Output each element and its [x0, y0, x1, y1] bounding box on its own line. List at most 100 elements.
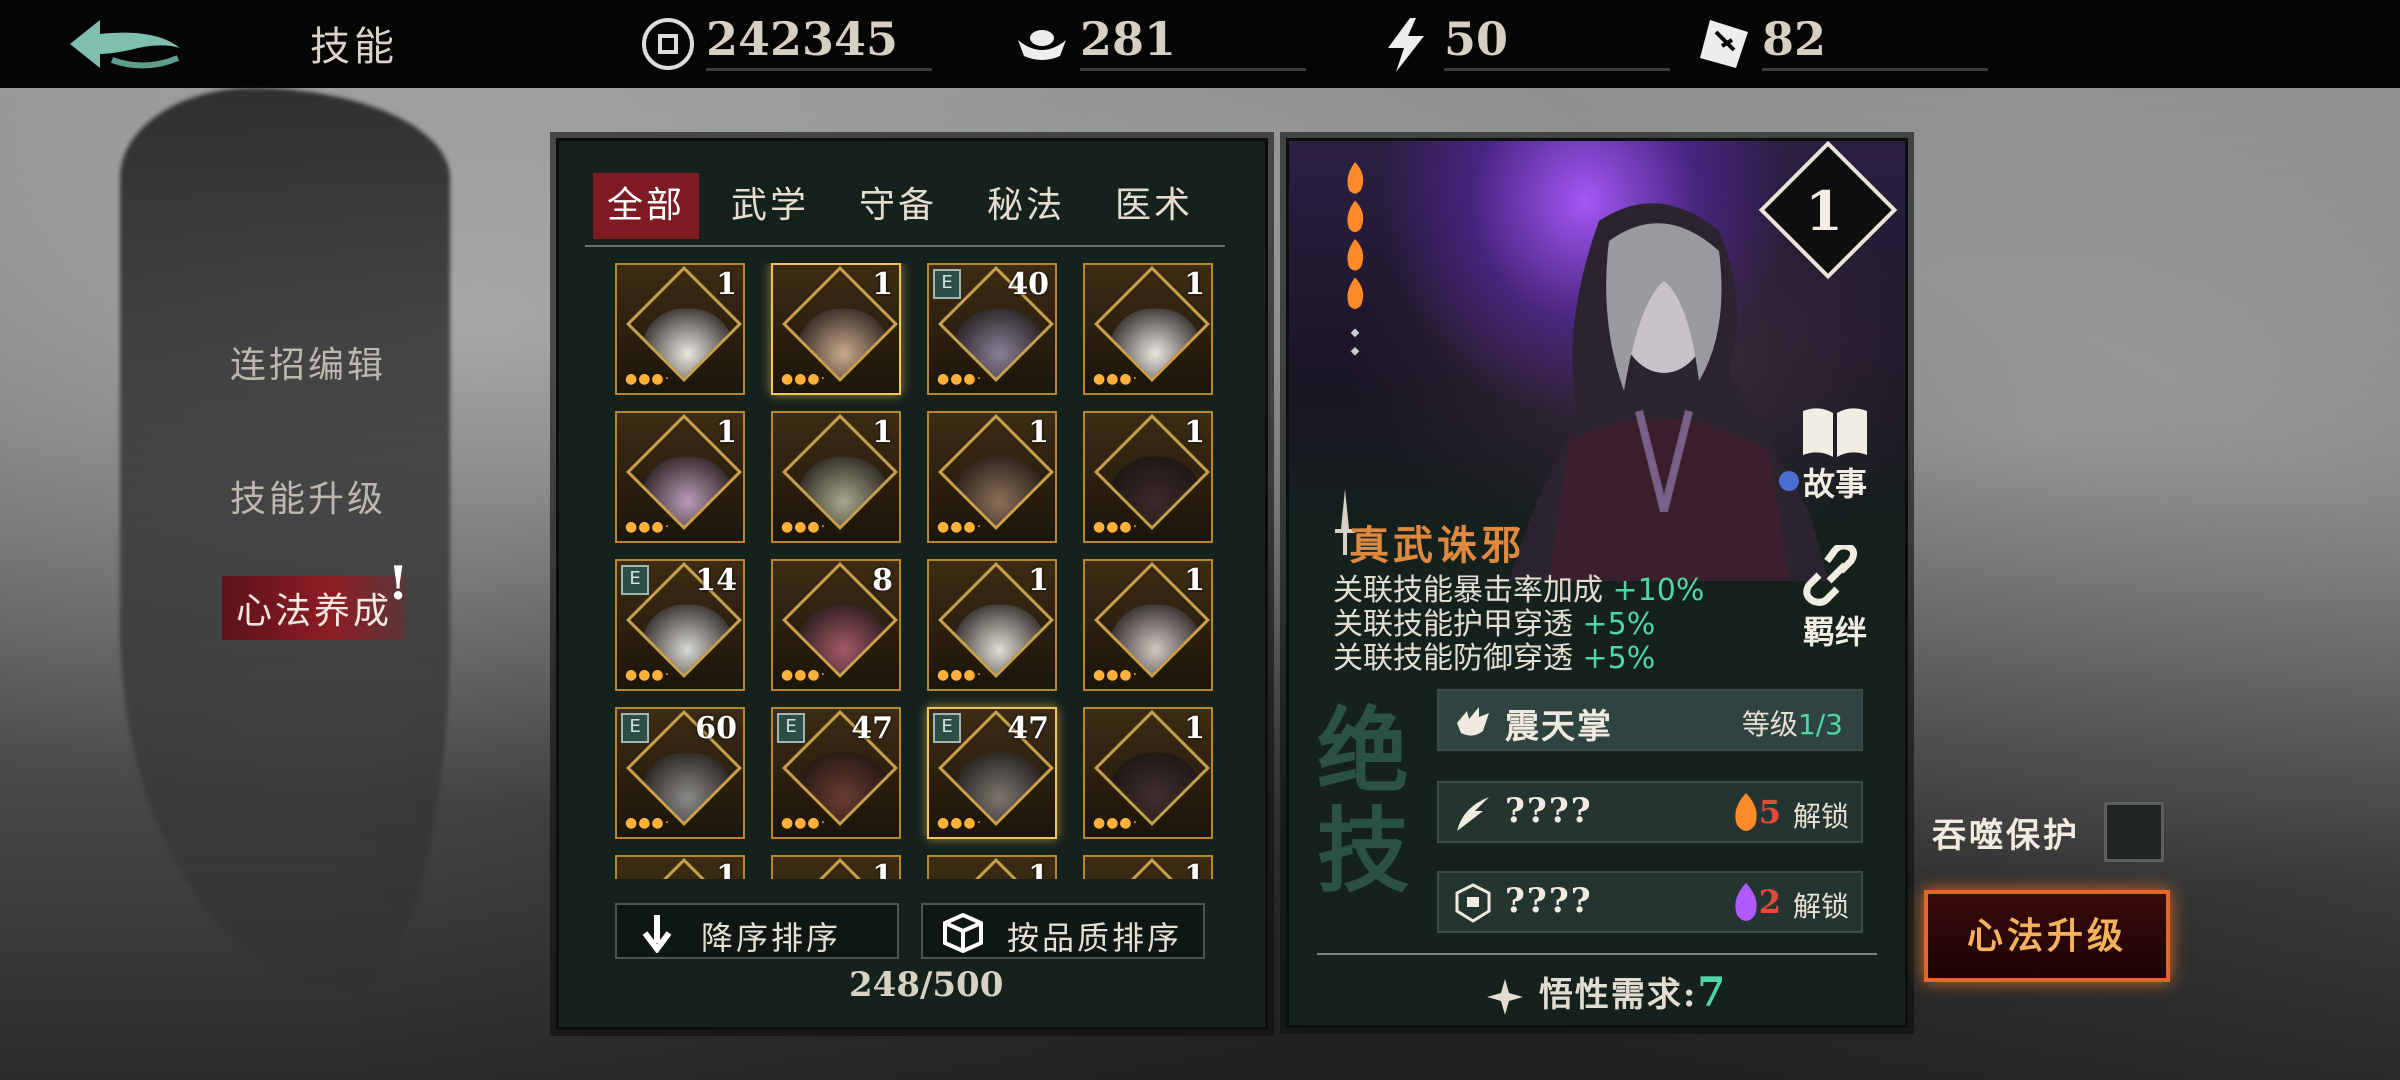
story-button[interactable]: 故事 — [1795, 403, 1875, 505]
card-level: 1 — [716, 267, 737, 302]
skill-card[interactable]: E 47 ●●●· — [771, 707, 901, 839]
card-level: 60 — [695, 711, 737, 746]
skill-row-locked-2[interactable]: ???? 2 解锁 — [1437, 871, 1863, 933]
skill-card[interactable]: 1●●●· — [1083, 263, 1213, 395]
skill-card[interactable]: 1●●●· — [615, 263, 745, 395]
shield-badge-icon — [1455, 883, 1491, 923]
skill-row-name: 震天掌 — [1505, 707, 1613, 747]
level-label: 等级 — [1741, 708, 1798, 741]
bonus-line-defense: 关联技能防御穿透 +5% — [1333, 633, 1655, 677]
sort-descending-button[interactable]: 降序排序 — [615, 903, 899, 959]
card-level: 8 — [872, 563, 893, 598]
skill-card-grid: 1 ●●●· 1 ●●●· E 40 ●●●· 1 ●●●· 1 ●●●· 1 ●●●· 1 ●●●· 1 ●●… — [615, 263, 1215, 879]
skill-row-locked-1[interactable]: ???? 5 解锁 — [1437, 781, 1863, 843]
slash-icon — [1457, 797, 1489, 831]
card-star-flames: ●●●· — [781, 371, 827, 387]
story-label: 故事 — [1802, 465, 1867, 503]
skill-card[interactable]: 1●●●· — [771, 411, 901, 543]
equipped-badge: E — [621, 713, 649, 743]
skill-row-zhentianzhang[interactable]: 震天掌 等级1/3 — [1437, 689, 1863, 751]
tab-secret[interactable]: 秘法 — [973, 173, 1079, 239]
ticket-icon — [1700, 20, 1748, 68]
top-bar: 技能 242345 281 50 82 — [0, 0, 2400, 88]
skill-card[interactable]: E 60 ●●●· — [615, 707, 745, 839]
energy-counter: 50 — [1378, 10, 1678, 72]
insight-requirement: 悟性需求:7 — [1485, 967, 1727, 1017]
card-star-flames: ●●●· — [937, 815, 983, 831]
skill-card[interactable]: E 14 ●●●· — [615, 559, 745, 691]
bonus-text: 关联技能防御穿透 — [1333, 641, 1573, 676]
skill-library-panel: 全部 武学 守备 秘法 医术 1 ●●●· 1 ●●●· E 40 ●●●· 1 ●●●· 1 ●●… — [556, 138, 1268, 1030]
skill-card[interactable]: E 47 ●●●· — [927, 707, 1057, 839]
card-star-flames: ●●●· — [937, 519, 983, 535]
card-level: 1 — [1184, 711, 1205, 746]
skill-card[interactable]: 1●●●· — [927, 559, 1057, 691]
ultimate-watermark: 绝技 — [1317, 697, 1410, 905]
sidebar-item-combo-edit[interactable]: 连招编辑 — [230, 336, 386, 388]
orange-flame-gem-icon — [1735, 793, 1757, 831]
card-star-flames: ●●●· — [1093, 815, 1139, 831]
skill-level: 1 — [1805, 179, 1843, 243]
sort-quality-button[interactable]: 按品质排序 — [921, 903, 1205, 959]
lightning-icon — [1388, 18, 1424, 72]
skill-card[interactable]: 1●●●· — [927, 411, 1057, 543]
equipped-badge: E — [777, 713, 805, 743]
coin-icon — [642, 18, 694, 70]
unlock-label: 解锁 — [1792, 800, 1849, 833]
skill-card[interactable]: 1●●●· — [927, 855, 1057, 879]
unlock-requirement: 5 — [1758, 793, 1781, 831]
insight-label: 悟性需求: — [1538, 975, 1698, 1015]
devour-protect-checkbox[interactable] — [2104, 802, 2164, 862]
skill-card[interactable]: 1●●●· — [1083, 855, 1213, 879]
sidebar-ink-background — [120, 88, 450, 988]
tab-defense[interactable]: 守备 — [845, 173, 951, 239]
skill-card[interactable]: 1●●●· — [1083, 411, 1213, 543]
skill-detail-panel: 1 故事 羁绊 真武诛邪 关联技能暴击率加成 +10% 关联技能护甲穿透 +5%… — [1286, 138, 1908, 1028]
purple-flame-gem-icon — [1735, 883, 1757, 921]
equipped-badge: E — [621, 565, 649, 595]
down-arrow-icon — [642, 915, 672, 953]
unlock-label: 解锁 — [1792, 890, 1849, 923]
card-level: 1 — [1184, 563, 1205, 598]
skill-card[interactable]: 1●●●· — [615, 855, 745, 879]
coin-counter: 242345 — [640, 10, 940, 71]
skill-card[interactable]: 1●●●· — [771, 263, 901, 395]
skill-title: 真武诛邪 — [1349, 522, 1525, 569]
card-star-flames: ●●●· — [937, 667, 983, 683]
divider — [1317, 953, 1877, 955]
sort-descending-label: 降序排序 — [701, 919, 842, 957]
skill-card[interactable]: E 40 ●●●· — [927, 263, 1057, 395]
skill-card[interactable]: 1 ●●●· — [1083, 559, 1213, 691]
card-level: 1 — [1184, 415, 1205, 450]
sidebar-item-skill-upgrade[interactable]: 技能升级 — [230, 470, 386, 522]
skill-card[interactable]: 8 ●●●· — [771, 559, 901, 691]
card-level: 1 — [872, 859, 893, 879]
skill-card[interactable]: 1●●●· — [615, 411, 745, 543]
skill-row-name: ???? — [1505, 881, 1593, 921]
card-star-flames: ●●●· — [781, 815, 827, 831]
bond-button[interactable]: 羁绊 — [1795, 545, 1875, 653]
card-level: 1 — [716, 859, 737, 879]
tab-martial[interactable]: 武学 — [717, 173, 823, 239]
back-arrow-icon[interactable] — [60, 14, 190, 74]
card-star-flames: ●●●· — [1093, 371, 1139, 387]
card-level: 14 — [695, 563, 737, 598]
tab-all[interactable]: 全部 — [593, 173, 699, 239]
chain-link-icon — [1803, 545, 1858, 606]
card-star-flames: ●●●· — [1093, 667, 1139, 683]
energy-value: 50 — [1444, 12, 1509, 66]
card-star-flames: ●●●· — [937, 371, 983, 387]
sort-quality-label: 按品质排序 — [1007, 919, 1183, 957]
palm-icon — [1457, 707, 1489, 736]
tab-medicine[interactable]: 医术 — [1101, 173, 1207, 239]
card-level: 1 — [1028, 859, 1049, 879]
skill-card[interactable]: 1 ●●●· — [1083, 707, 1213, 839]
card-level: 1 — [1184, 859, 1205, 879]
skill-row-name: ???? — [1505, 791, 1593, 831]
card-star-flames: ●●●· — [625, 667, 671, 683]
mind-upgrade-button[interactable]: 心法升级 — [1924, 890, 2170, 982]
insight-value: 7 — [1697, 969, 1728, 1016]
skill-card[interactable]: 1●●●· — [771, 855, 901, 879]
card-level: 47 — [1007, 711, 1049, 746]
sidebar-item-mind-cultivation[interactable]: 心法养成 — [222, 576, 407, 640]
